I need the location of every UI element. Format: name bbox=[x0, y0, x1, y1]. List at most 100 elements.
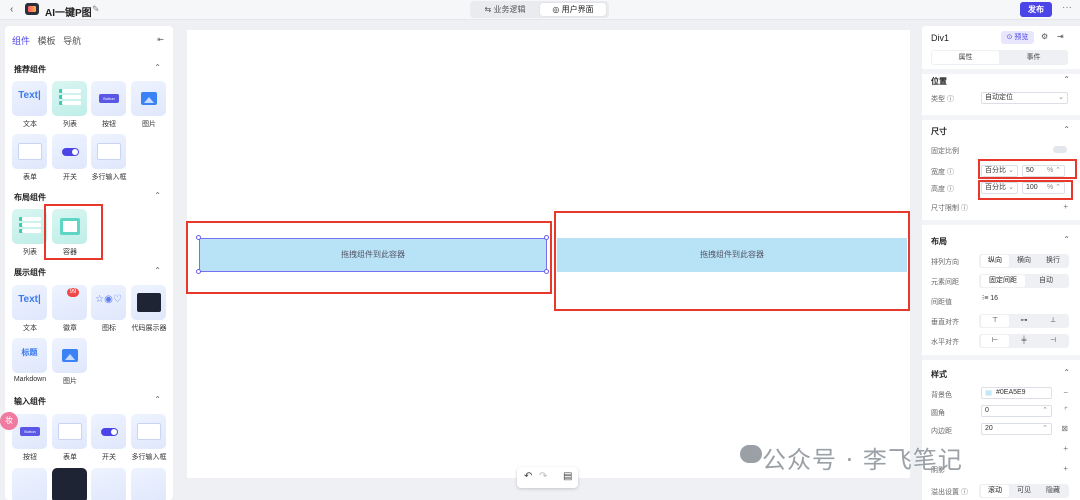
component-form[interactable] bbox=[12, 134, 47, 169]
mode-tabs: ⇆ 业务逻辑 ◎ 用户界面 bbox=[470, 1, 609, 18]
component-badge[interactable]: 99 bbox=[52, 285, 87, 320]
form-icon bbox=[18, 143, 42, 160]
component-more-3[interactable] bbox=[91, 468, 126, 500]
chevron-up-icon[interactable]: ⌃ bbox=[1063, 368, 1070, 377]
textarea-icon bbox=[137, 423, 161, 440]
component-more-4[interactable] bbox=[131, 468, 166, 500]
form-icon bbox=[58, 423, 82, 440]
bg-color-label: 背景色 bbox=[931, 392, 952, 399]
component-display-image[interactable] bbox=[52, 338, 87, 373]
align-middle-icon[interactable]: ⊶ bbox=[1010, 315, 1038, 327]
chevron-left-icon[interactable]: ‹ bbox=[10, 4, 13, 15]
spacing-auto[interactable]: 自动 bbox=[1025, 275, 1067, 287]
direction-wrap[interactable]: 换行 bbox=[1039, 255, 1067, 267]
design-canvas[interactable]: 拖拽组件到此容器 拖拽组件到此容器 bbox=[186, 30, 910, 478]
chevron-up-icon[interactable]: ⌃ bbox=[154, 191, 161, 200]
tab-events[interactable]: 事件 bbox=[1000, 51, 1067, 64]
position-type-select[interactable]: 自动定位 ⌄ bbox=[981, 92, 1068, 104]
list-icon bbox=[19, 217, 41, 235]
overflow-scroll[interactable]: 滚动 bbox=[981, 485, 1009, 497]
icons-icon: ☆◉♡ bbox=[95, 294, 122, 305]
preview-button[interactable]: ⊙ 预览 bbox=[1001, 31, 1034, 44]
component-input-switch[interactable] bbox=[91, 414, 126, 449]
chevron-up-icon[interactable]: ⌃ bbox=[154, 395, 161, 404]
component-text[interactable]: Text| bbox=[12, 81, 47, 116]
align-right-icon[interactable]: ⊣ bbox=[1039, 335, 1067, 347]
add-size-limit-icon[interactable]: + bbox=[1063, 202, 1068, 211]
padding-sides-icon[interactable]: ⊠ bbox=[1061, 424, 1068, 433]
component-input-textarea[interactable] bbox=[131, 414, 166, 449]
component-layout-list[interactable] bbox=[12, 209, 47, 244]
chevron-up-icon[interactable]: ⌃ bbox=[1063, 75, 1070, 84]
overflow-segment: 滚动 可见 隐藏 bbox=[979, 484, 1069, 498]
color-swatch[interactable] bbox=[985, 390, 992, 396]
align-center-icon[interactable]: ╪ bbox=[1010, 335, 1038, 347]
spacing-segment: 固定间距 自动 bbox=[979, 274, 1069, 288]
redo-icon[interactable]: ↷ bbox=[539, 471, 547, 482]
tab-navigation[interactable]: 导航 bbox=[63, 36, 81, 46]
radius-label: 圆角 bbox=[931, 410, 945, 417]
component-icon[interactable]: ☆◉♡ bbox=[91, 285, 126, 320]
spacing-fixed[interactable]: 固定间距 bbox=[981, 275, 1025, 287]
corner-icon[interactable]: ⌜ bbox=[1064, 406, 1068, 415]
valign-segment: ⊤ ⊶ ⊥ bbox=[979, 314, 1069, 328]
annotation-box bbox=[186, 221, 552, 294]
toggle-icon bbox=[101, 428, 118, 436]
align-left-icon[interactable]: ⊢ bbox=[981, 335, 1009, 347]
bg-color-input[interactable]: #0EA5E9 bbox=[981, 387, 1052, 399]
direction-vertical[interactable]: 纵向 bbox=[981, 255, 1009, 267]
component-label: 图片 bbox=[142, 121, 156, 128]
chevron-up-icon[interactable]: ⌃ bbox=[1063, 125, 1070, 134]
component-textarea[interactable] bbox=[91, 134, 126, 169]
tab-properties[interactable]: 属性 bbox=[932, 51, 999, 64]
app-title: AI一键P图 bbox=[45, 8, 92, 19]
component-more-2[interactable] bbox=[52, 468, 87, 500]
top-bar: ‹ AI一键P图 ✎ ⇆ 业务逻辑 ◎ 用户界面 发布 ··· bbox=[0, 0, 1080, 20]
direction-horizontal[interactable]: 横向 bbox=[1010, 255, 1038, 267]
radius-input[interactable]: 0 ⌃ bbox=[981, 405, 1052, 417]
component-display-text[interactable]: Text| bbox=[12, 285, 47, 320]
padding-input[interactable]: 20 ⌃ bbox=[981, 423, 1052, 435]
collapse-panel-icon[interactable]: ⇤ bbox=[157, 35, 164, 44]
component-markdown[interactable]: 标题 bbox=[12, 338, 47, 373]
halign-label: 水平对齐 bbox=[931, 339, 959, 346]
undo-icon[interactable]: ↶ bbox=[524, 471, 532, 482]
chevron-up-icon[interactable]: ⌃ bbox=[1063, 235, 1070, 244]
publish-button[interactable]: 发布 bbox=[1020, 2, 1052, 17]
valign-label: 垂直对齐 bbox=[931, 319, 959, 326]
chevron-up-icon[interactable]: ⌃ bbox=[154, 266, 161, 275]
add-border-icon[interactable]: + bbox=[1063, 444, 1068, 453]
component-label: 代码展示器 bbox=[131, 325, 167, 332]
component-code-viewer[interactable] bbox=[131, 285, 166, 320]
tab-user-interface[interactable]: ◎ 用户界面 bbox=[540, 3, 606, 16]
component-list[interactable] bbox=[52, 81, 87, 116]
divider bbox=[922, 69, 1080, 74]
tab-components[interactable]: 组件 bbox=[12, 36, 30, 46]
divider bbox=[922, 220, 1080, 225]
more-icon[interactable]: ··· bbox=[1062, 2, 1072, 13]
side-tag[interactable]: 妆 bbox=[0, 412, 18, 430]
fixed-ratio-switch[interactable] bbox=[1053, 146, 1067, 153]
chevron-up-icon[interactable]: ⌃ bbox=[154, 63, 161, 72]
component-button[interactable]: Button bbox=[91, 81, 126, 116]
minus-icon[interactable]: − bbox=[1063, 388, 1068, 397]
panel-icon[interactable]: ⇥ bbox=[1057, 32, 1064, 41]
overflow-hidden[interactable]: 隐藏 bbox=[1039, 485, 1067, 497]
property-tabs: 属性 事件 bbox=[931, 50, 1068, 65]
annotation-box bbox=[978, 159, 1077, 179]
file-icon[interactable]: ▤ bbox=[563, 471, 572, 482]
overflow-visible[interactable]: 可见 bbox=[1010, 485, 1038, 497]
component-switch[interactable] bbox=[52, 134, 87, 169]
tab-templates[interactable]: 模板 bbox=[38, 36, 56, 46]
component-input-form[interactable] bbox=[52, 414, 87, 449]
add-shadow-icon[interactable]: + bbox=[1063, 464, 1068, 473]
edit-icon[interactable]: ✎ bbox=[92, 4, 100, 15]
gear-icon[interactable]: ⚙ bbox=[1041, 32, 1048, 41]
gap-input[interactable]: ⁝≡ 16 bbox=[979, 294, 1068, 306]
tab-business-logic[interactable]: ⇆ 业务逻辑 bbox=[474, 3, 536, 16]
align-bottom-icon[interactable]: ⊥ bbox=[1039, 315, 1067, 327]
component-more-1[interactable] bbox=[12, 468, 47, 500]
align-top-icon[interactable]: ⊤ bbox=[981, 315, 1009, 327]
component-image[interactable] bbox=[131, 81, 166, 116]
section-title: 布局 bbox=[931, 237, 947, 246]
